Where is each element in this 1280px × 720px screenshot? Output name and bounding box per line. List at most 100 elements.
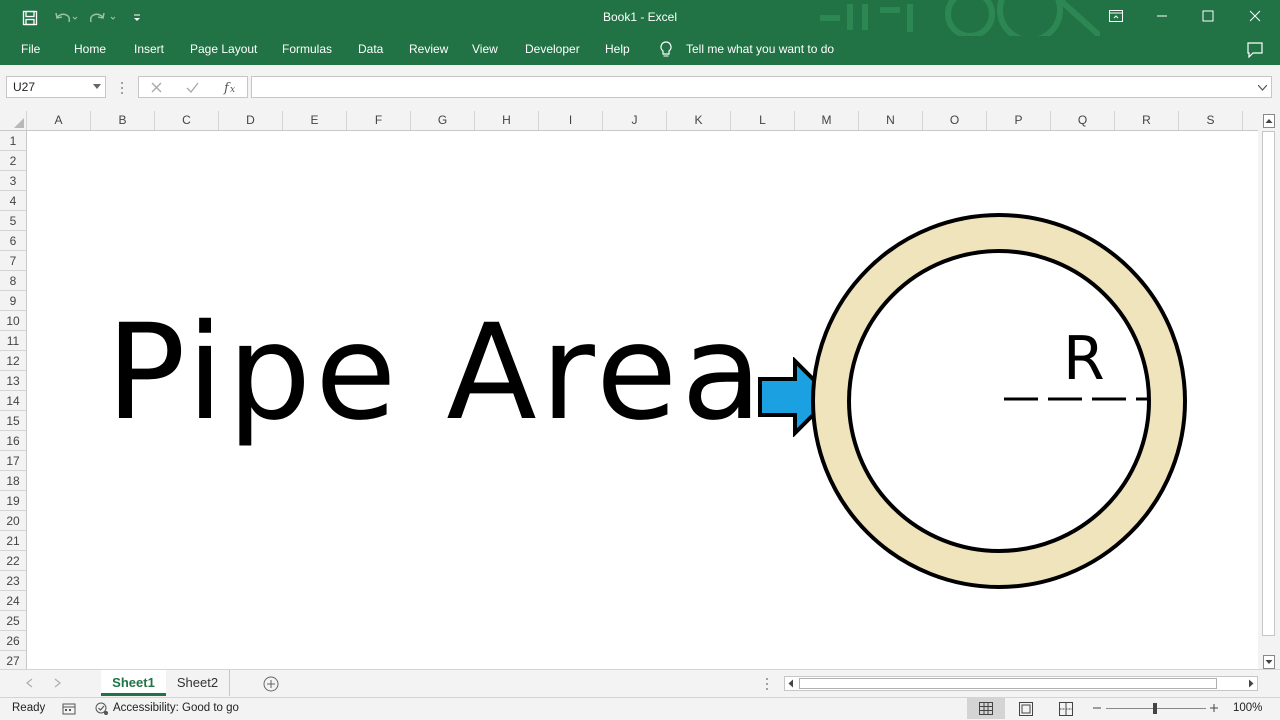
accessibility-status[interactable]: Accessibility: Good to go [113,702,239,714]
sheet-tab-sheet2[interactable]: Sheet2 [166,670,230,696]
zoom-in-icon[interactable] [1209,703,1219,713]
row-header[interactable]: 17 [0,451,26,471]
name-box-dropdown-icon[interactable] [93,84,101,90]
column-header[interactable]: J [603,111,667,130]
zoom-level[interactable]: 100% [1233,702,1262,714]
tab-formulas[interactable]: Formulas [282,42,332,56]
horizontal-scrollbar[interactable] [784,676,1258,691]
row-header[interactable]: 21 [0,531,26,551]
name-box[interactable]: U27 [6,76,106,98]
column-header[interactable]: C [155,111,219,130]
tab-insert[interactable]: Insert [134,42,164,56]
close-button[interactable] [1232,0,1278,32]
tab-data[interactable]: Data [358,42,383,56]
row-header[interactable]: 14 [0,391,26,411]
accessibility-check-icon[interactable] [94,701,110,717]
scroll-down-icon[interactable] [1263,655,1275,669]
row-header[interactable]: 20 [0,511,26,531]
zoom-slider-thumb[interactable] [1153,703,1157,714]
page-break-preview-icon[interactable] [1059,702,1073,716]
column-header[interactable]: H [475,111,539,130]
hscroll-right-icon[interactable] [1247,679,1255,688]
maximize-button[interactable] [1185,0,1231,32]
column-header[interactable]: B [91,111,155,130]
column-header[interactable]: K [667,111,731,130]
comments-icon[interactable] [1247,42,1263,61]
column-header[interactable]: I [539,111,603,130]
normal-view-button[interactable] [967,698,1005,719]
row-header[interactable]: 25 [0,611,26,631]
hscroll-left-icon[interactable] [787,679,795,688]
column-header[interactable]: S [1179,111,1243,130]
formula-input[interactable] [251,76,1272,98]
row-header[interactable]: 4 [0,191,26,211]
tab-developer[interactable]: Developer [525,42,580,56]
pipe-cross-section-shape[interactable] [807,209,1197,599]
tab-scroll-right-icon[interactable] [54,678,62,688]
row-header[interactable]: 9 [0,291,26,311]
column-header[interactable]: D [219,111,283,130]
tell-me-search[interactable]: Tell me what you want to do [686,42,834,56]
add-sheet-icon[interactable] [263,676,279,692]
row-header[interactable]: 10 [0,311,26,331]
horizontal-scroll-thumb[interactable] [799,678,1217,689]
scroll-up-icon[interactable] [1263,114,1275,128]
row-header[interactable]: 11 [0,331,26,351]
vertical-scrollbar[interactable] [1258,111,1280,669]
column-header[interactable]: L [731,111,795,130]
column-header[interactable]: R [1115,111,1179,130]
row-header[interactable]: 7 [0,251,26,271]
column-header[interactable]: E [283,111,347,130]
formula-bar-grip-icon[interactable] [120,81,124,95]
row-header[interactable]: 3 [0,171,26,191]
column-header[interactable]: G [411,111,475,130]
column-header[interactable]: P [987,111,1051,130]
cancel-icon[interactable] [151,82,162,93]
row-header[interactable]: 8 [0,271,26,291]
vertical-scroll-thumb[interactable] [1262,131,1275,636]
row-header[interactable]: 22 [0,551,26,571]
page-layout-view-icon[interactable] [1019,702,1033,716]
column-header[interactable]: N [859,111,923,130]
radius-label[interactable]: R [1063,329,1105,389]
expand-formula-bar-icon[interactable] [1258,85,1267,91]
row-header[interactable]: 15 [0,411,26,431]
minimize-button[interactable] [1139,0,1185,32]
row-header[interactable]: 5 [0,211,26,231]
row-header[interactable]: 16 [0,431,26,451]
column-header[interactable]: O [923,111,987,130]
row-header[interactable]: 24 [0,591,26,611]
tab-page-layout[interactable]: Page Layout [190,42,257,56]
column-header[interactable]: F [347,111,411,130]
row-header[interactable]: 6 [0,231,26,251]
enter-icon[interactable] [186,82,199,93]
row-header[interactable]: 1 [0,131,26,151]
column-header[interactable]: A [27,111,91,130]
tab-home[interactable]: Home [74,42,106,56]
worksheet-grid[interactable]: Pipe Area R [27,131,1258,669]
row-header[interactable]: 23 [0,571,26,591]
row-header[interactable]: 13 [0,371,26,391]
column-header[interactable]: M [795,111,859,130]
row-header[interactable]: 12 [0,351,26,371]
tab-help[interactable]: Help [605,42,630,56]
row-header[interactable]: 19 [0,491,26,511]
ribbon-display-options-icon[interactable] [1093,0,1139,32]
select-all-button[interactable] [0,111,27,130]
row-header[interactable]: 27 [0,651,26,669]
sheet-tab-sheet1[interactable]: Sheet1 [101,670,166,696]
zoom-out-icon[interactable] [1092,703,1102,713]
lightbulb-icon [659,41,673,62]
macro-recording-icon[interactable] [62,702,76,716]
row-header[interactable]: 2 [0,151,26,171]
hscroll-split-grip-icon[interactable] [765,677,769,691]
row-header[interactable]: 26 [0,631,26,651]
tab-view[interactable]: View [472,42,498,56]
pipe-area-title[interactable]: Pipe Area [106,307,766,439]
tab-file[interactable]: File [21,42,40,56]
tab-scroll-left-icon[interactable] [25,678,33,688]
insert-function-icon[interactable]: fx [223,79,239,95]
row-header[interactable]: 18 [0,471,26,491]
tab-review[interactable]: Review [409,42,448,56]
column-header[interactable]: Q [1051,111,1115,130]
